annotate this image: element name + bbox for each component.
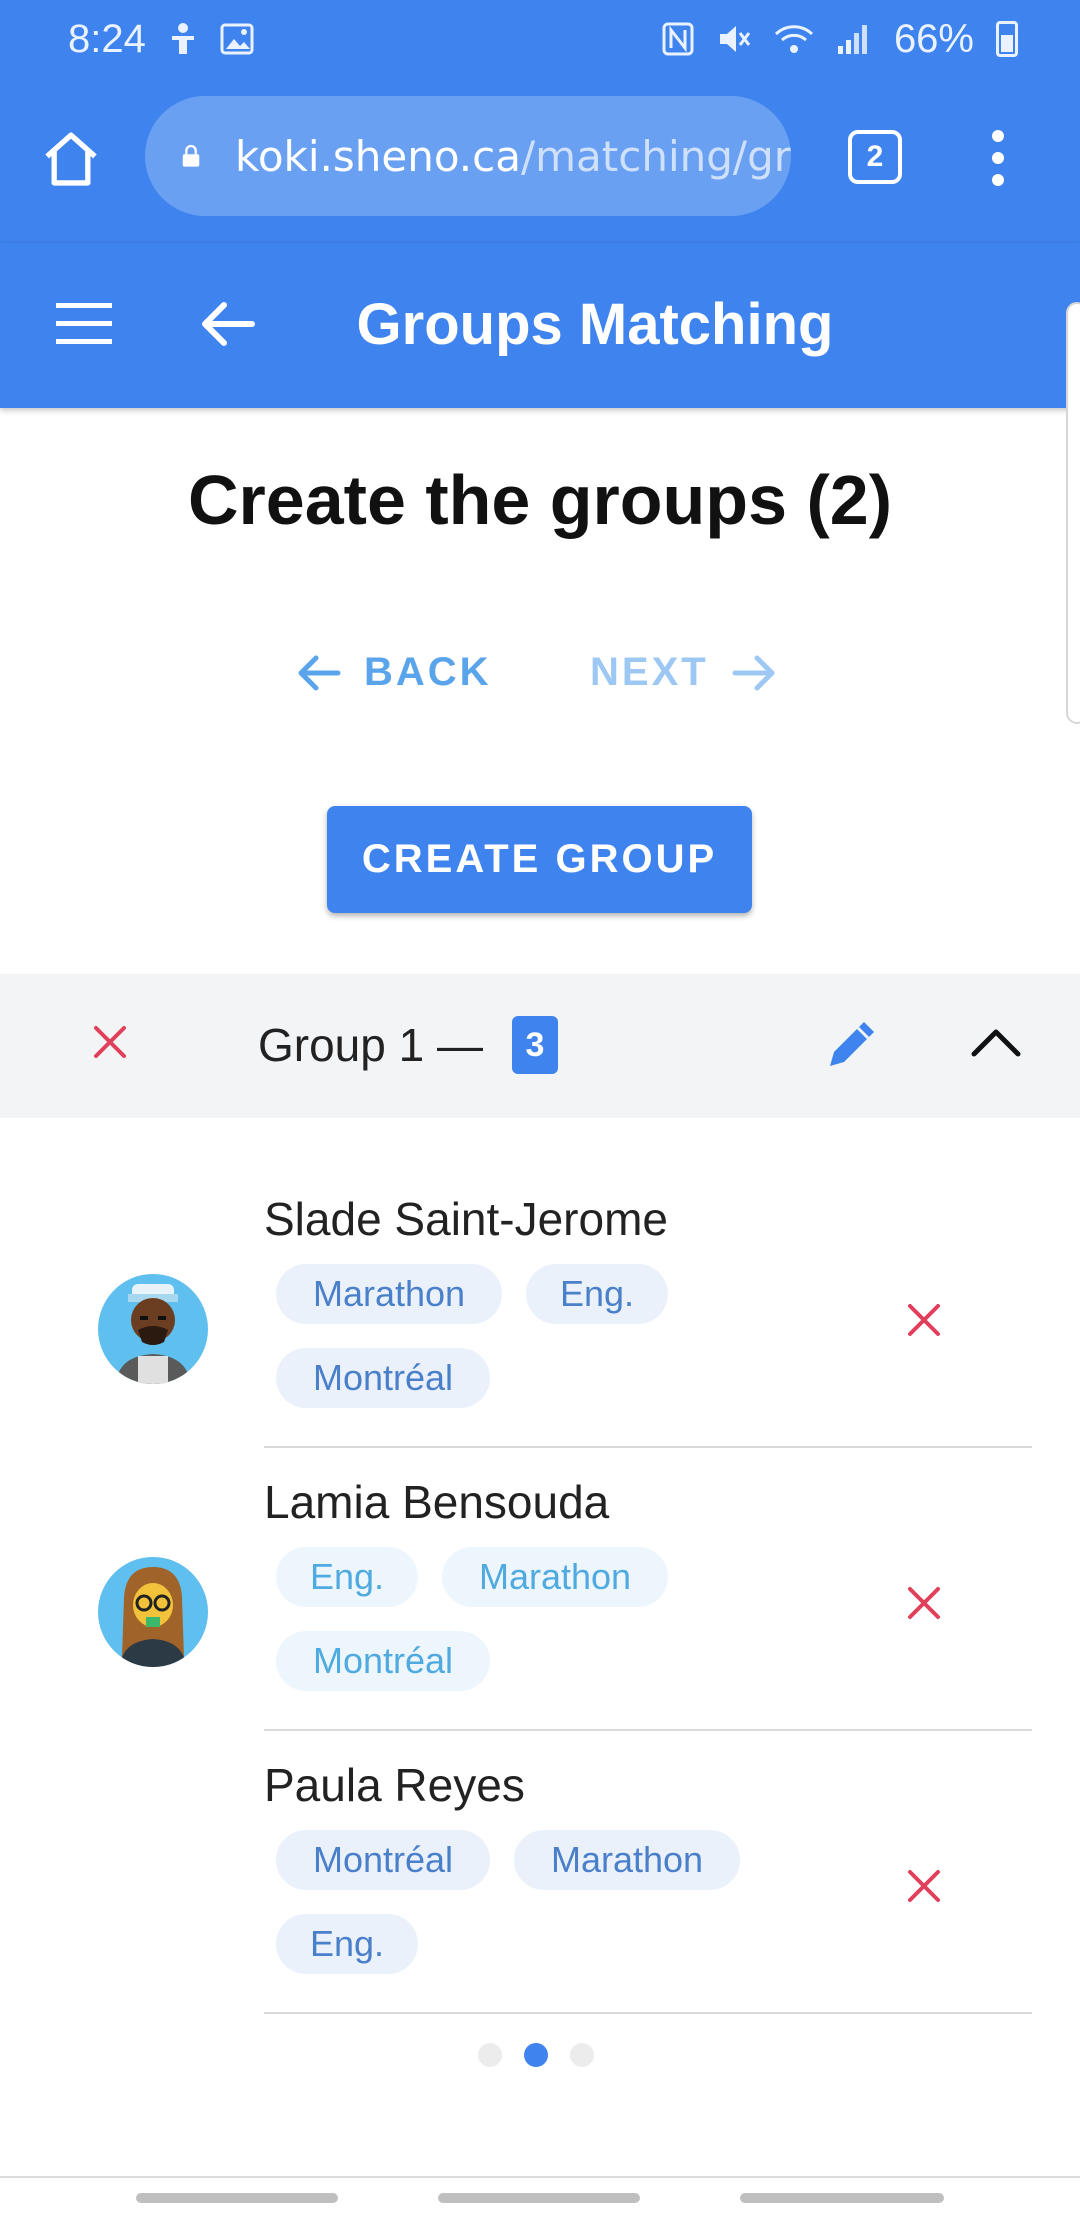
- tag-chip: Eng.: [526, 1264, 668, 1324]
- list-item: Lamia Bensouda Eng. Marathon Montréal: [0, 1453, 1080, 1735]
- group-member-count-badge: 3: [512, 1016, 558, 1074]
- tag-chip: Eng.: [276, 1914, 418, 1974]
- divider: [264, 1446, 1032, 1448]
- list-item: Slade Saint-Jerome Marathon Eng. Montréa…: [0, 1170, 1080, 1452]
- member-name: Lamia Bensouda: [264, 1476, 610, 1528]
- person-avatar-icon: [116, 1284, 190, 1384]
- page-dot-3[interactable]: [570, 2043, 594, 2067]
- nav-gesture-bar[interactable]: [136, 2193, 338, 2203]
- tab-count: 2: [866, 140, 884, 173]
- nav-gesture-bar[interactable]: [740, 2193, 944, 2203]
- browser-toolbar: koki.sheno.ca/matching/gr 2: [0, 78, 1080, 243]
- wizard-nav: BACK NEXT: [0, 650, 1080, 710]
- member-name: Paula Reyes: [264, 1759, 525, 1811]
- tag-chip: Marathon: [442, 1547, 668, 1607]
- edit-pencil-icon[interactable]: [822, 1014, 882, 1074]
- tag-chip: Montréal: [276, 1631, 490, 1691]
- tag-chip: Montréal: [276, 1348, 490, 1408]
- accessibility-icon: [171, 23, 194, 54]
- back-button[interactable]: BACK: [296, 650, 492, 695]
- url-bar[interactable]: koki.sheno.ca/matching/gr: [145, 96, 791, 216]
- divider: [264, 1729, 1032, 1731]
- remove-member-icon[interactable]: [904, 1300, 944, 1340]
- next-button[interactable]: NEXT: [590, 650, 777, 695]
- group-label: Group 1 —: [258, 1019, 483, 1071]
- avatar: [98, 1557, 208, 1667]
- member-name: Slade Saint-Jerome: [264, 1193, 668, 1245]
- next-button-label: NEXT: [590, 650, 709, 694]
- list-item: Paula Reyes Montréal Marathon Eng.: [0, 1736, 1080, 2018]
- tag-chip: Marathon: [276, 1264, 502, 1324]
- image-icon: [220, 23, 254, 55]
- nfc-icon: [662, 22, 694, 56]
- back-button-label: BACK: [364, 650, 492, 694]
- chevron-up-icon[interactable]: [968, 1022, 1024, 1062]
- battery-icon: [996, 21, 1018, 57]
- page-dot-2[interactable]: [524, 2043, 548, 2067]
- url-host: koki.sheno.ca: [235, 131, 521, 181]
- mute-icon: [719, 26, 751, 52]
- remove-member-icon[interactable]: [904, 1866, 944, 1906]
- lock-icon: [182, 144, 200, 167]
- create-group-button[interactable]: CREATE GROUP: [327, 806, 752, 913]
- app-bar: Groups Matching: [0, 243, 1080, 408]
- more-options-icon[interactable]: [990, 128, 1006, 188]
- status-bar: 8:24 66%: [0, 0, 1080, 78]
- person-avatar-icon: [120, 1567, 186, 1667]
- page-dot-1[interactable]: [478, 2043, 502, 2067]
- arrow-right-icon: [732, 655, 775, 690]
- remove-member-icon[interactable]: [904, 1583, 944, 1623]
- divider: [0, 2176, 1080, 2178]
- arrow-left-icon: [298, 655, 341, 690]
- signal-icon: [837, 25, 867, 54]
- status-time: 8:24: [68, 16, 146, 61]
- tag-chip: Marathon: [514, 1830, 740, 1890]
- tag-chip: Eng.: [276, 1547, 418, 1607]
- wifi-icon: [774, 25, 813, 53]
- home-icon[interactable]: [40, 128, 102, 190]
- group-header: Group 1 — 3: [0, 974, 1080, 1118]
- nav-gesture-bar[interactable]: [438, 2193, 640, 2203]
- app-bar-title: Groups Matching: [356, 292, 834, 357]
- divider: [264, 2012, 1032, 2014]
- status-right: 66%: [662, 17, 1018, 62]
- page-title: Create the groups (2): [188, 461, 892, 539]
- status-left: 8:24: [68, 17, 254, 62]
- tag-chip: Montréal: [276, 1830, 490, 1890]
- avatar: [98, 1274, 208, 1384]
- battery-percent: 66%: [893, 16, 974, 61]
- delete-group-icon[interactable]: [90, 1022, 130, 1062]
- page-indicator: [478, 2043, 594, 2067]
- tab-switcher-button[interactable]: 2: [848, 130, 902, 184]
- url-path: /matching/gr: [520, 131, 791, 181]
